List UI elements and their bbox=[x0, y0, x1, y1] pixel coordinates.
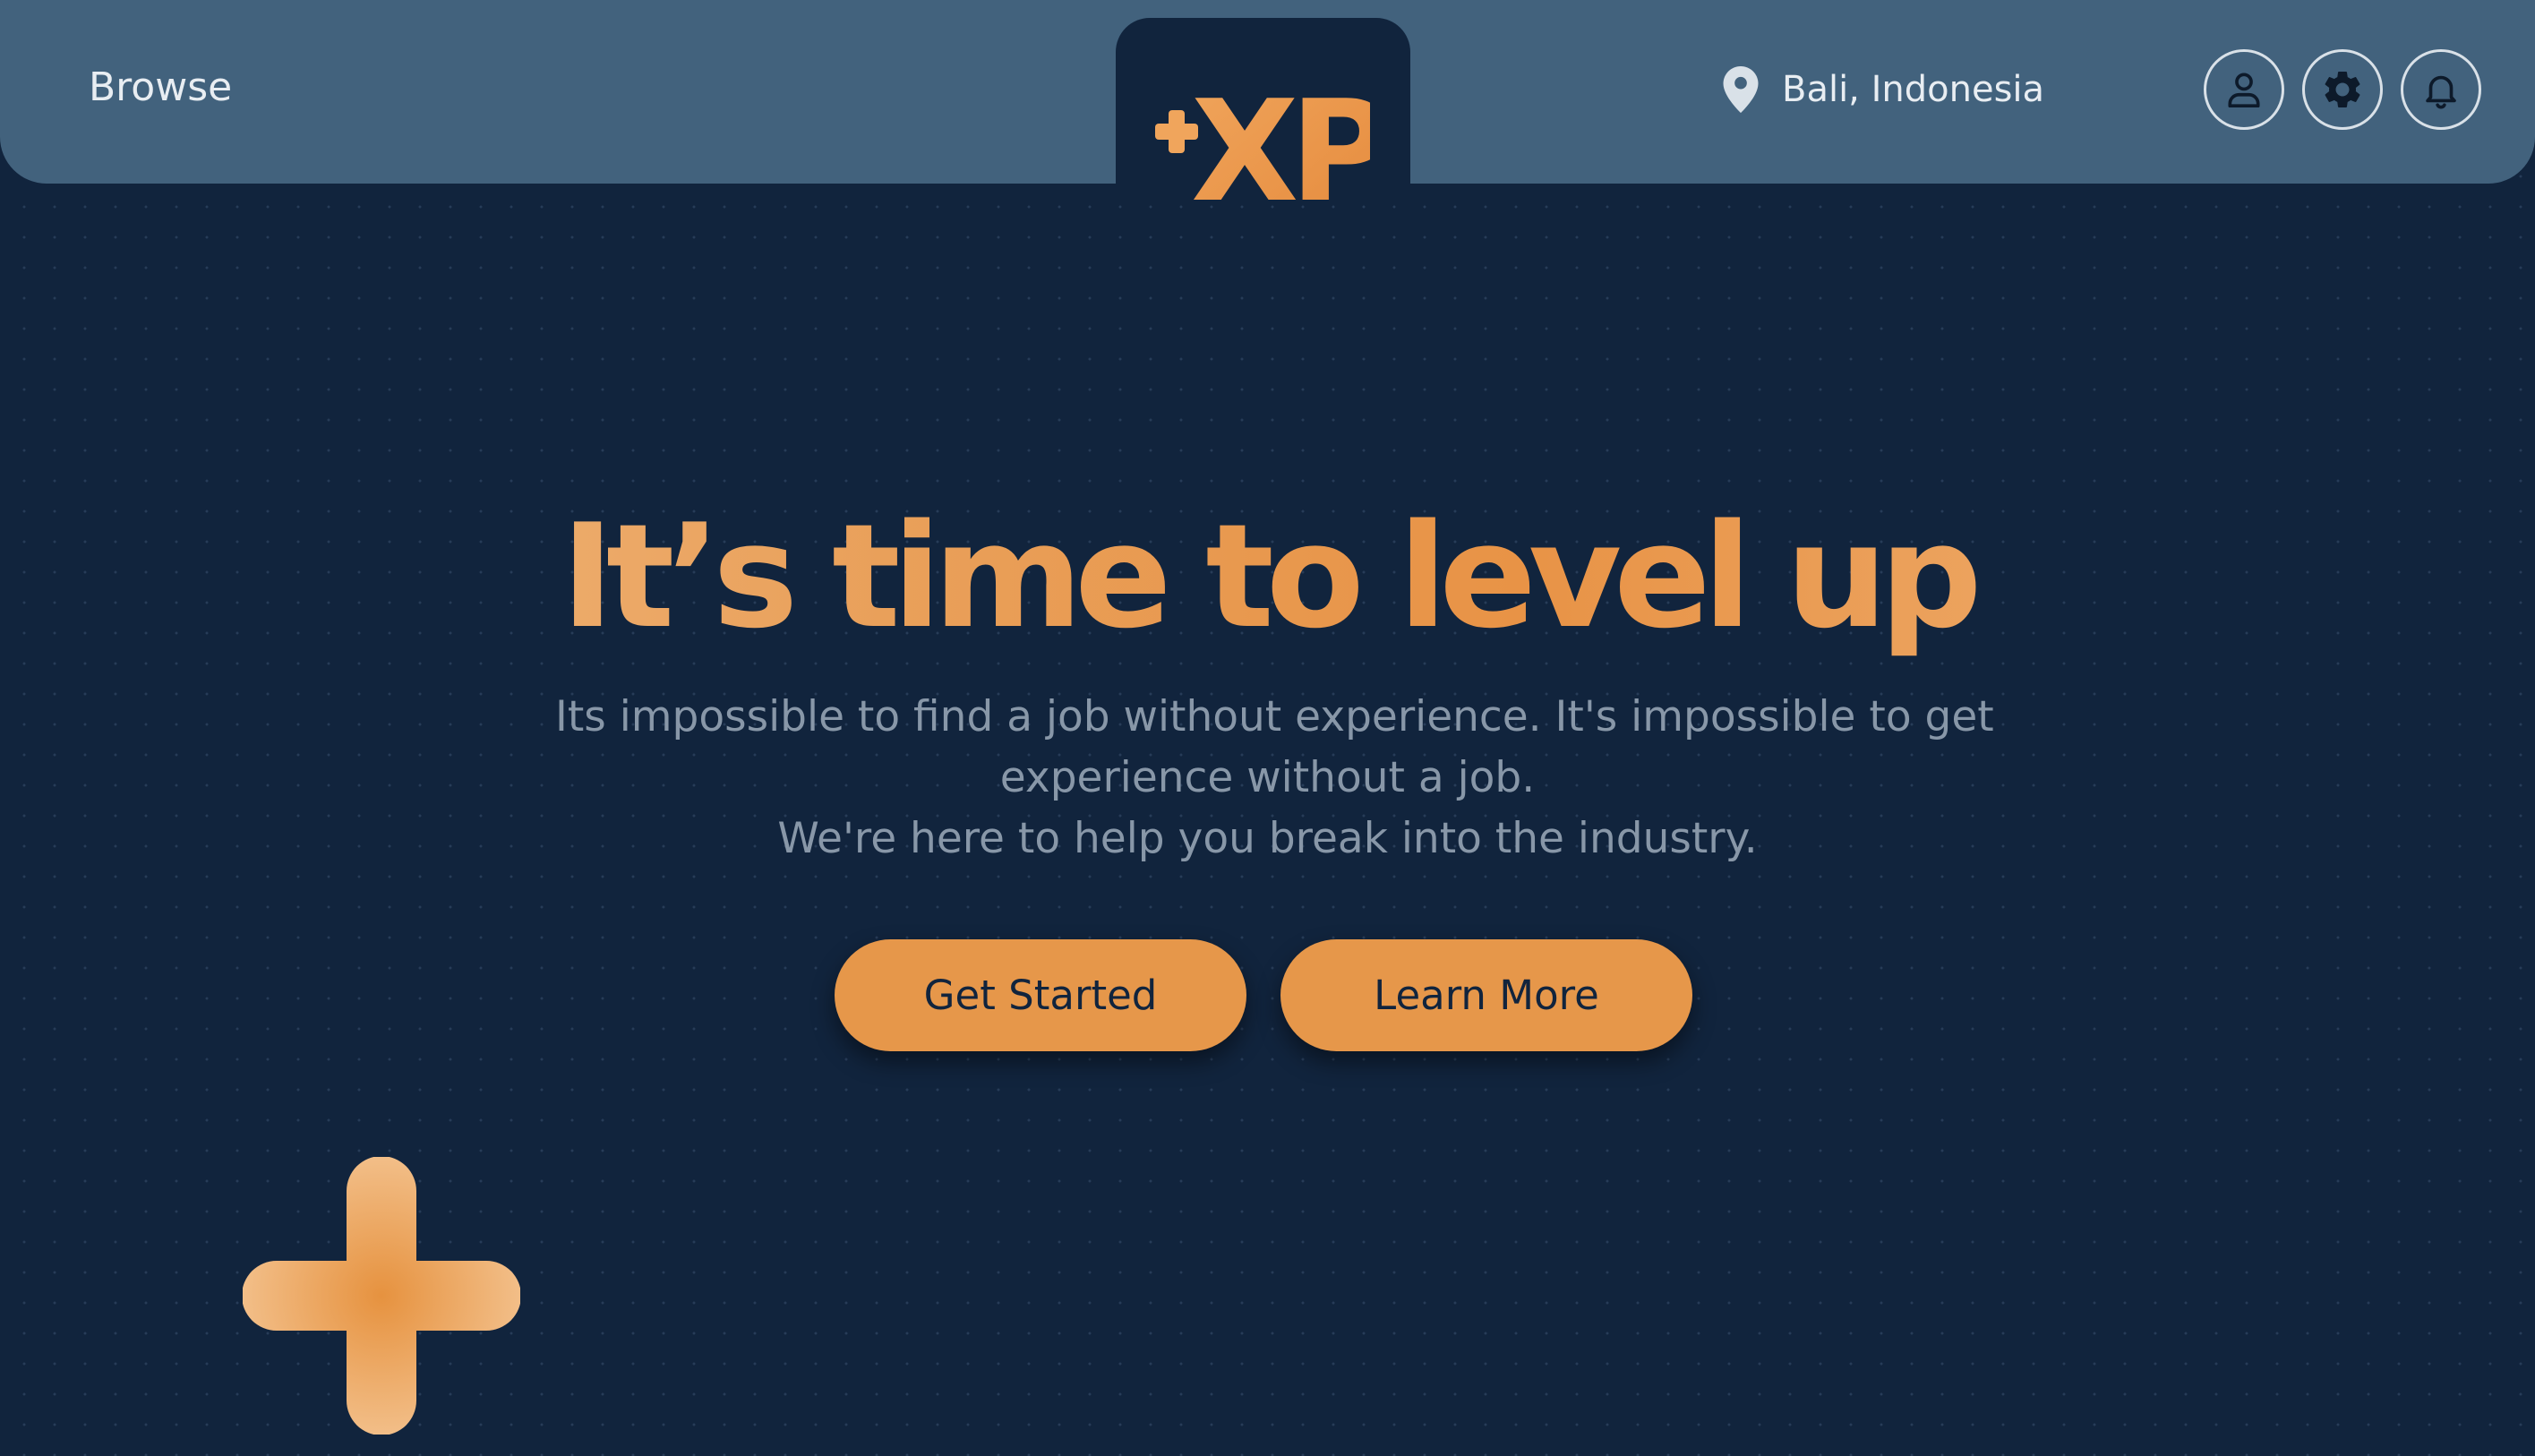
logo-wordmark: XP bbox=[1191, 70, 1370, 202]
hero-title: It’s time to level up bbox=[0, 478, 2535, 675]
notifications-button[interactable] bbox=[2401, 49, 2481, 130]
gear-icon bbox=[2325, 71, 2360, 107]
profile-button[interactable] bbox=[2204, 49, 2284, 130]
location-selector[interactable]: Bali, Indonesia bbox=[1723, 63, 2044, 116]
hero-subtitle-line: Its impossible to find a job without exp… bbox=[555, 692, 1994, 741]
logo-tab[interactable]: XP bbox=[1116, 18, 1410, 202]
location-label: Bali, Indonesia bbox=[1782, 69, 2045, 110]
top-navigation-bar: Browse XP Bali, Indonesia bbox=[0, 0, 2535, 202]
map-pin-icon bbox=[1723, 66, 1759, 113]
hero-subtitle: Its impossible to find a job without exp… bbox=[555, 687, 1994, 869]
user-icon bbox=[2228, 73, 2260, 108]
get-started-button[interactable]: Get Started bbox=[835, 939, 1246, 1051]
xp-logo: XP bbox=[1155, 70, 1370, 202]
hero-subtitle-line: We're here to help you break into the in… bbox=[777, 814, 1758, 863]
decorative-plus-icon bbox=[243, 1157, 520, 1435]
bell-icon bbox=[2426, 75, 2456, 109]
hero-subtitle-line: experience without a job. bbox=[999, 753, 1536, 802]
browse-link[interactable]: Browse bbox=[89, 63, 232, 113]
settings-button[interactable] bbox=[2302, 49, 2383, 130]
learn-more-button[interactable]: Learn More bbox=[1280, 939, 1692, 1051]
